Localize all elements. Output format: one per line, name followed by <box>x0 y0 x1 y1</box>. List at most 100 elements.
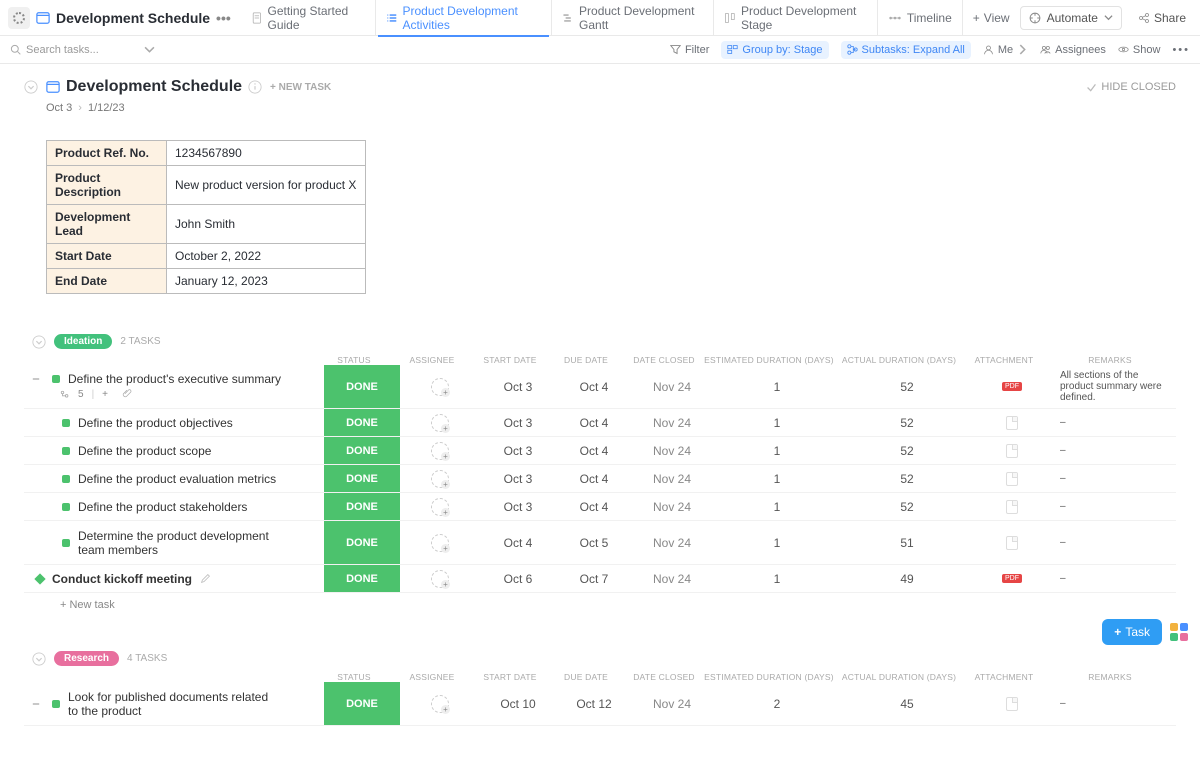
task-row[interactable]: Define the product objectivesDONEOct 3Oc… <box>24 409 1176 437</box>
estimated-duration[interactable]: 1 <box>712 493 842 520</box>
actual-duration[interactable]: 52 <box>842 493 972 520</box>
start-date[interactable]: Oct 3 <box>480 465 556 492</box>
pdf-badge[interactable]: PDF <box>1002 382 1022 391</box>
tab-product-development-gantt[interactable]: Product Development Gantt <box>551 0 713 36</box>
assignee-add[interactable] <box>431 470 449 488</box>
edit-icon[interactable] <box>200 573 211 584</box>
remarks[interactable]: – <box>1052 493 1176 520</box>
tab-timeline[interactable]: Timeline <box>877 0 962 36</box>
attachment-placeholder[interactable] <box>1006 416 1018 430</box>
pdf-badge[interactable]: PDF <box>1002 574 1022 583</box>
due-date[interactable]: Oct 4 <box>556 437 632 464</box>
new-task-row[interactable]: + New task <box>24 593 1176 611</box>
estimated-duration[interactable]: 2 <box>712 682 842 725</box>
assignees-button[interactable]: Assignees <box>1040 44 1106 56</box>
remarks[interactable]: – <box>1052 409 1176 436</box>
due-date[interactable]: Oct 12 <box>556 682 632 725</box>
actual-duration[interactable]: 52 <box>842 437 972 464</box>
estimated-duration[interactable]: 1 <box>712 409 842 436</box>
status-badge[interactable]: DONE <box>324 682 400 725</box>
start-date[interactable]: Oct 10 <box>480 682 556 725</box>
status-badge[interactable]: DONE <box>324 565 400 592</box>
new-task-inline[interactable]: + NEW TASK <box>270 82 331 93</box>
assignee-add[interactable] <box>431 442 449 460</box>
attachment-placeholder[interactable] <box>1006 444 1018 458</box>
assignee-add[interactable] <box>431 534 449 552</box>
estimated-duration[interactable]: 1 <box>712 521 842 564</box>
actual-duration[interactable]: 52 <box>842 409 972 436</box>
status-badge[interactable]: DONE <box>324 493 400 520</box>
due-date[interactable]: Oct 4 <box>556 465 632 492</box>
due-date[interactable]: Oct 4 <box>556 365 632 408</box>
assignee-add[interactable] <box>431 570 449 588</box>
tab-product-development-stage[interactable]: Product Development Stage <box>713 0 877 36</box>
attachment-placeholder[interactable] <box>1006 472 1018 486</box>
fab-new-task[interactable]: +Task <box>1102 619 1162 645</box>
add-subtask[interactable]: + <box>102 389 108 400</box>
actual-duration[interactable]: 52 <box>842 465 972 492</box>
due-date[interactable]: Oct 5 <box>556 521 632 564</box>
hide-closed-button[interactable]: HIDE CLOSED <box>1086 81 1176 93</box>
subtasks-button[interactable]: Subtasks: Expand All <box>841 41 971 59</box>
task-row[interactable]: Define the product scopeDONEOct 3Oct 4No… <box>24 437 1176 465</box>
task-row[interactable]: Conduct kickoff meetingDONEOct 6Oct 7Nov… <box>24 565 1176 593</box>
due-date[interactable]: Oct 4 <box>556 409 632 436</box>
attachment-icon[interactable] <box>122 388 132 398</box>
actual-duration[interactable]: 52 <box>842 365 972 408</box>
task-row[interactable]: Look for published documents related to … <box>24 682 1176 726</box>
toolbar-more[interactable]: ••• <box>1172 44 1190 56</box>
due-date[interactable]: Oct 4 <box>556 493 632 520</box>
actual-duration[interactable]: 49 <box>842 565 972 592</box>
task-row[interactable]: Define the product evaluation metricsDON… <box>24 465 1176 493</box>
search-tasks[interactable]: Search tasks... <box>10 44 160 56</box>
task-row[interactable]: Define the product stakeholdersDONEOct 3… <box>24 493 1176 521</box>
fab-apps[interactable] <box>1170 623 1188 641</box>
estimated-duration[interactable]: 1 <box>712 365 842 408</box>
status-badge[interactable]: DONE <box>324 365 400 408</box>
assignee-add[interactable] <box>431 695 449 713</box>
me-button[interactable]: Me <box>983 44 1028 56</box>
attachment-placeholder[interactable] <box>1006 697 1018 711</box>
show-button[interactable]: Show <box>1118 44 1161 56</box>
filter-button[interactable]: Filter <box>670 44 709 56</box>
status-badge[interactable]: DONE <box>324 437 400 464</box>
stage-pill[interactable]: Research <box>54 651 119 666</box>
start-date[interactable]: Oct 6 <box>480 565 556 592</box>
remarks[interactable]: – <box>1052 521 1176 564</box>
remarks[interactable]: – <box>1052 565 1176 592</box>
stage-pill[interactable]: Ideation <box>54 334 112 349</box>
start-date[interactable]: Oct 3 <box>480 493 556 520</box>
remarks[interactable]: – <box>1052 682 1176 725</box>
status-badge[interactable]: DONE <box>324 465 400 492</box>
remarks[interactable]: – <box>1052 465 1176 492</box>
actual-duration[interactable]: 45 <box>842 682 972 725</box>
collapse-subtasks-icon[interactable] <box>32 700 40 708</box>
assignee-add[interactable] <box>431 414 449 432</box>
attachment-placeholder[interactable] <box>1006 500 1018 514</box>
group-by-button[interactable]: Group by: Stage <box>721 41 828 59</box>
share-button[interactable]: Share <box>1132 7 1192 29</box>
task-row[interactable]: Define the product's executive summary5|… <box>24 365 1176 409</box>
due-date[interactable]: Oct 7 <box>556 565 632 592</box>
task-row[interactable]: Determine the product development team m… <box>24 521 1176 565</box>
tab-getting-started-guide[interactable]: Getting Started Guide <box>241 0 375 36</box>
collapse-subtasks-icon[interactable] <box>32 375 40 383</box>
remarks[interactable]: All sections of the product summary were… <box>1052 365 1176 408</box>
remarks[interactable]: – <box>1052 437 1176 464</box>
info-icon[interactable] <box>248 80 262 94</box>
assignee-add[interactable] <box>431 378 449 396</box>
start-date[interactable]: Oct 4 <box>480 521 556 564</box>
start-date[interactable]: Oct 3 <box>480 365 556 408</box>
start-date[interactable]: Oct 3 <box>480 437 556 464</box>
stage-collapse-icon[interactable] <box>32 335 46 349</box>
start-date[interactable]: Oct 3 <box>480 409 556 436</box>
tab-product-development-activities[interactable]: Product Development Activities <box>375 0 552 36</box>
estimated-duration[interactable]: 1 <box>712 437 842 464</box>
automate-button[interactable]: Automate <box>1020 6 1122 30</box>
estimated-duration[interactable]: 1 <box>712 565 842 592</box>
status-badge[interactable]: DONE <box>324 409 400 436</box>
stage-collapse-icon[interactable] <box>32 652 46 666</box>
estimated-duration[interactable]: 1 <box>712 465 842 492</box>
page-title-more[interactable]: ••• <box>216 10 231 26</box>
add-view-button[interactable]: +View <box>962 0 1020 36</box>
